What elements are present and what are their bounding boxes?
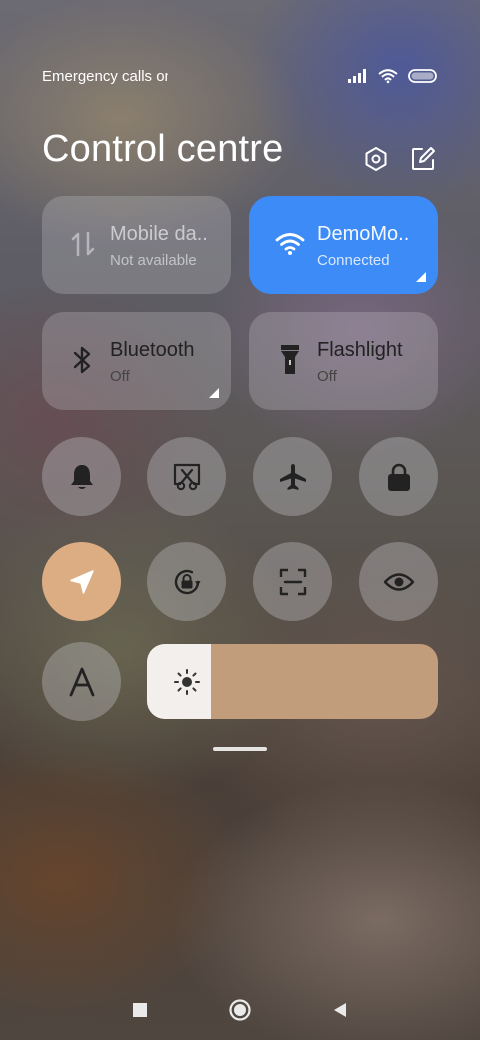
wifi-icon <box>378 69 398 84</box>
tile-wifi[interactable]: DemoMo.. Connected <box>249 196 438 294</box>
home-icon <box>229 999 251 1021</box>
flashlight-icon <box>275 345 305 375</box>
tile-mobile-data[interactable]: Mobile da.. Not available <box>42 196 231 294</box>
location-icon <box>69 569 94 594</box>
signal-icon <box>348 69 366 83</box>
bluetooth-icon <box>68 345 98 375</box>
tile-flashlight-status: Off <box>317 368 337 385</box>
tile-mobile-data-status: Not available <box>110 252 197 269</box>
toggle-location[interactable] <box>42 542 121 621</box>
recents-icon <box>133 1003 147 1017</box>
settings-icon <box>365 147 387 171</box>
toggle-lock-screen[interactable] <box>359 437 438 516</box>
brightness-slider[interactable] <box>147 644 438 719</box>
toggle-sound[interactable] <box>42 437 121 516</box>
lock-icon <box>387 463 410 491</box>
page-title: Control centre <box>42 128 284 170</box>
tile-flashlight[interactable]: Flashlight Off <box>249 312 438 410</box>
toggle-rotation-lock[interactable] <box>147 542 226 621</box>
status-bar: Emergency calls only <box>42 66 438 86</box>
carrier-status-text: Emergency calls only <box>42 68 168 85</box>
toggle-scanner[interactable] <box>253 542 332 621</box>
edit-button[interactable] <box>409 145 437 173</box>
recents-button[interactable] <box>128 998 152 1022</box>
home-button[interactable] <box>228 998 252 1022</box>
status-icons <box>348 68 438 84</box>
brightness-icon <box>174 669 200 695</box>
screenshot-icon <box>173 463 200 490</box>
tile-flashlight-label: Flashlight <box>317 339 403 361</box>
back-button[interactable] <box>328 998 352 1022</box>
expand-corner-icon[interactable] <box>416 272 426 282</box>
wifi-icon <box>275 229 305 259</box>
toggle-reading-mode[interactable] <box>359 542 438 621</box>
edit-icon <box>412 147 435 170</box>
mobile-data-icon <box>68 229 98 259</box>
back-icon <box>334 1003 346 1017</box>
toggle-font-size[interactable] <box>42 642 121 721</box>
toggle-screenshot[interactable] <box>147 437 226 516</box>
tile-wifi-status: Connected <box>317 252 390 269</box>
tile-bluetooth-status: Off <box>110 368 130 385</box>
battery-icon <box>408 69 437 83</box>
tile-bluetooth[interactable]: Bluetooth Off <box>42 312 231 410</box>
settings-button[interactable] <box>362 145 390 173</box>
tile-mobile-data-label: Mobile da.. <box>110 223 208 245</box>
tile-wifi-label: DemoMo.. <box>317 223 410 245</box>
airplane-icon <box>279 463 306 490</box>
expand-corner-icon[interactable] <box>209 388 219 398</box>
eye-icon <box>383 572 414 591</box>
bell-icon <box>70 464 93 489</box>
font-size-icon <box>69 667 94 696</box>
scanner-icon <box>279 568 306 595</box>
tile-bluetooth-label: Bluetooth <box>110 339 195 361</box>
toggle-airplane-mode[interactable] <box>253 437 332 516</box>
rotation-lock-icon <box>174 569 200 594</box>
drag-handle[interactable] <box>213 747 267 751</box>
